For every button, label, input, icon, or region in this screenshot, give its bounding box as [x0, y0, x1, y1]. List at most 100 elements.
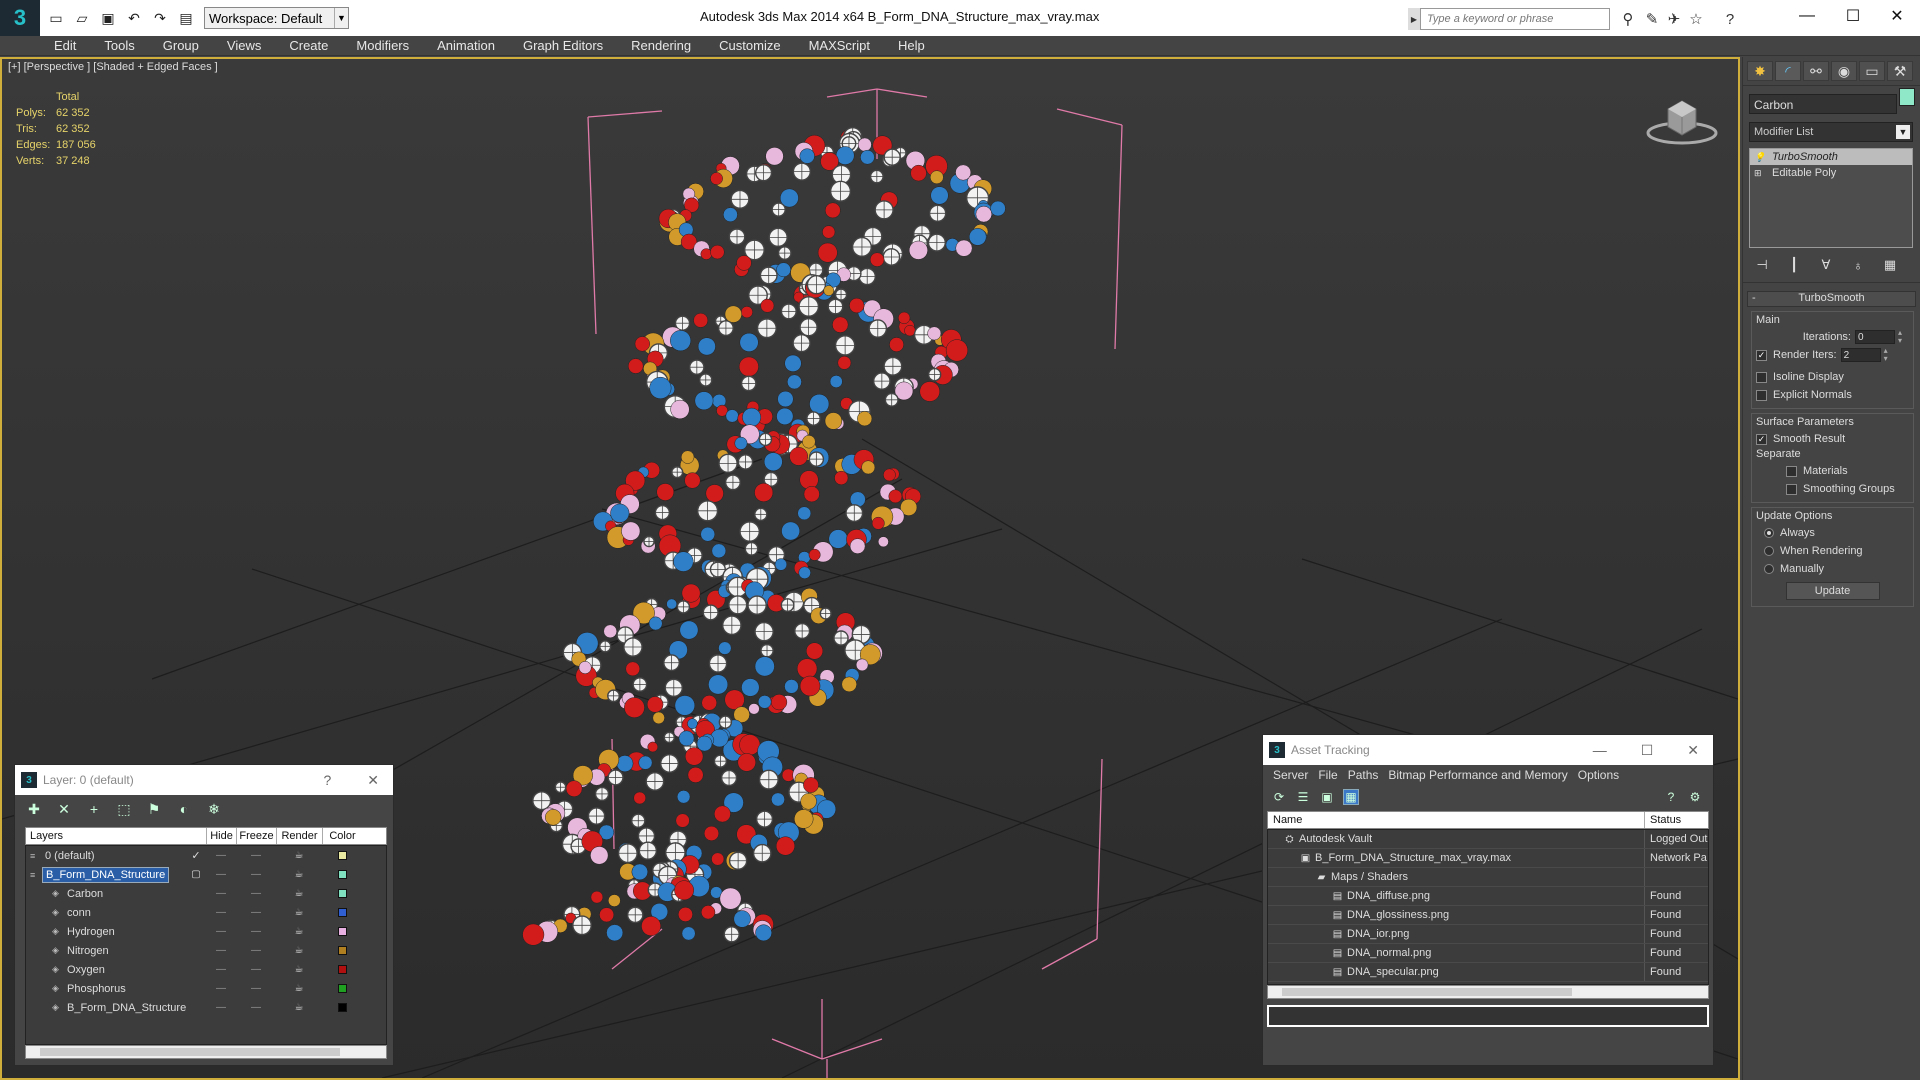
active-layer-check-icon[interactable]: ✓	[190, 849, 202, 862]
hierarchy-tab-icon[interactable]: ⚯	[1803, 61, 1829, 81]
explicit-normals-checkbox[interactable]	[1756, 389, 1767, 401]
asset-menu-paths[interactable]: Paths	[1348, 768, 1379, 782]
col-hide[interactable]: Hide	[206, 828, 236, 844]
thumbnail-view-icon[interactable]: ▣	[1319, 789, 1335, 805]
asset-row[interactable]: ▤ DNA_glossiness.png Found	[1268, 906, 1708, 925]
lightbulb-icon[interactable]: 💡	[1754, 152, 1765, 163]
asset-menu-bitmap[interactable]: Bitmap Performance and Memory	[1388, 768, 1567, 782]
configure-modifier-sets-icon[interactable]: ▦	[1881, 256, 1899, 274]
freeze-toggle[interactable]: —	[236, 926, 276, 937]
dna-helix-model[interactable]	[522, 127, 1006, 946]
render-teapot-icon[interactable]: ☕	[276, 907, 322, 918]
menu-customize[interactable]: Customize	[705, 38, 794, 53]
layer-color-swatch[interactable]	[337, 908, 347, 917]
layer-color-swatch[interactable]	[337, 927, 347, 936]
undo-icon[interactable]: ↶	[124, 8, 144, 28]
freeze-toggle[interactable]: —	[236, 964, 276, 975]
stack-item-editable-poly[interactable]: ⊞ Editable Poly	[1750, 165, 1912, 181]
horizontal-scrollbar[interactable]	[1267, 985, 1709, 999]
menu-rendering[interactable]: Rendering	[617, 38, 705, 53]
horizontal-scrollbar[interactable]	[25, 1045, 387, 1059]
render-teapot-icon[interactable]: ☕	[276, 888, 322, 899]
redo-icon[interactable]: ↷	[150, 8, 170, 28]
freeze-toggle[interactable]: —	[236, 983, 276, 994]
hide-toggle[interactable]: —	[206, 850, 236, 861]
close-button[interactable]: ✕	[1874, 0, 1920, 32]
collapse-icon[interactable]: -	[1752, 292, 1756, 304]
list-view-icon[interactable]: ☰	[1295, 789, 1311, 805]
motion-tab-icon[interactable]: ◉	[1831, 61, 1857, 81]
help-icon[interactable]: ?	[1720, 9, 1740, 29]
layer-name[interactable]: Carbon	[64, 887, 106, 901]
hide-all-icon[interactable]: ◐	[175, 800, 193, 818]
active-layer-box-icon[interactable]: ▢	[190, 869, 202, 880]
render-teapot-icon[interactable]: ☕	[276, 964, 322, 975]
manually-radio[interactable]	[1764, 564, 1774, 574]
layer-row[interactable]: ◈ B_Form_DNA_Structure — — ☕	[26, 998, 386, 1017]
delete-layer-icon[interactable]: ✕	[55, 800, 73, 818]
search-expand-icon[interactable]: ▶	[1408, 8, 1420, 30]
layer-row[interactable]: ≡ B_Form_DNA_Structure ▢ — — ☕	[26, 865, 386, 884]
utilities-tab-icon[interactable]: ⚒	[1887, 61, 1913, 81]
layer-color-swatch[interactable]	[337, 984, 347, 993]
col-render[interactable]: Render	[276, 828, 322, 844]
freeze-toggle[interactable]: —	[236, 869, 276, 880]
layer-row[interactable]: ◈ Hydrogen — — ☕	[26, 922, 386, 941]
col-color[interactable]: Color	[322, 828, 362, 844]
isoline-display-checkbox[interactable]	[1756, 371, 1767, 383]
create-tab-icon[interactable]: ✸	[1747, 61, 1773, 81]
asset-row[interactable]: ▣ B_Form_DNA_Structure_max_vray.max Networ…	[1268, 849, 1708, 868]
asset-row[interactable]: ▰ Maps / Shaders	[1268, 868, 1708, 887]
layer-name[interactable]: Phosphorus	[64, 982, 129, 996]
highlight-layer-icon[interactable]: ⚑	[145, 800, 163, 818]
layer-name[interactable]: 0 (default)	[42, 849, 98, 863]
layer-row[interactable]: ◈ Phosphorus — — ☕	[26, 979, 386, 998]
remove-modifier-icon[interactable]: ♁	[1849, 256, 1867, 274]
hide-toggle[interactable]: —	[206, 888, 236, 899]
chevron-down-icon[interactable]: ▼	[1896, 125, 1910, 139]
object-color-swatch[interactable]	[1899, 88, 1915, 106]
col-freeze[interactable]: Freeze	[236, 828, 276, 844]
hide-toggle[interactable]: —	[206, 907, 236, 918]
render-teapot-icon[interactable]: ☕	[276, 926, 322, 937]
layer-color-swatch[interactable]	[337, 851, 347, 860]
col-layers[interactable]: Layers	[26, 828, 206, 844]
show-end-result-icon[interactable]: ┃	[1785, 256, 1803, 274]
hide-toggle[interactable]: —	[206, 926, 236, 937]
asset-menu-options[interactable]: Options	[1578, 768, 1619, 782]
search-input[interactable]: Type a keyword or phrase	[1420, 8, 1610, 30]
expand-plus-icon[interactable]: ⊞	[1754, 168, 1764, 179]
menu-edit[interactable]: Edit	[40, 38, 90, 53]
layer-row[interactable]: ◈ conn — — ☕	[26, 903, 386, 922]
layer-color-swatch[interactable]	[337, 965, 347, 974]
col-name[interactable]: Name	[1268, 814, 1644, 826]
help-icon[interactable]: ?	[1663, 789, 1679, 805]
asset-row[interactable]: ▤ DNA_ior.png Found	[1268, 925, 1708, 944]
layer-row[interactable]: ◈ Oxygen — — ☕	[26, 960, 386, 979]
hide-toggle[interactable]: —	[206, 1002, 236, 1013]
select-objects-icon[interactable]: ⬚	[115, 800, 133, 818]
freeze-toggle[interactable]: —	[236, 888, 276, 899]
table-view-icon[interactable]: ▦	[1343, 789, 1359, 805]
object-name-field[interactable]: Carbon	[1749, 94, 1897, 114]
layer-name[interactable]: B_Form_DNA_Structure	[42, 866, 170, 883]
menu-tools[interactable]: Tools	[90, 38, 148, 53]
iterations-spinner[interactable]: 0	[1855, 329, 1906, 345]
render-teapot-icon[interactable]: ☕	[276, 945, 322, 956]
freeze-toggle[interactable]: —	[236, 907, 276, 918]
render-teapot-icon[interactable]: ☕	[276, 1002, 322, 1013]
modify-tab-icon[interactable]: ◜	[1775, 61, 1801, 81]
layer-row[interactable]: ◈ Nitrogen — — ☕	[26, 941, 386, 960]
menu-help[interactable]: Help	[884, 38, 939, 53]
app-logo-icon[interactable]: 3	[0, 0, 40, 36]
asset-menu-file[interactable]: File	[1318, 768, 1337, 782]
smooth-result-checkbox[interactable]: ✓	[1756, 433, 1767, 445]
layer-color-swatch[interactable]	[337, 1003, 347, 1012]
subscription-icon[interactable]: ✈	[1664, 9, 1684, 29]
layer-color-swatch[interactable]	[337, 889, 347, 898]
turbosmooth-rollout-header[interactable]: - TurboSmooth	[1747, 291, 1916, 307]
add-to-layer-icon[interactable]: +	[85, 800, 103, 818]
menu-modifiers[interactable]: Modifiers	[342, 38, 423, 53]
smoothing-groups-checkbox[interactable]	[1786, 483, 1797, 495]
favorites-star-icon[interactable]: ☆	[1686, 9, 1706, 29]
